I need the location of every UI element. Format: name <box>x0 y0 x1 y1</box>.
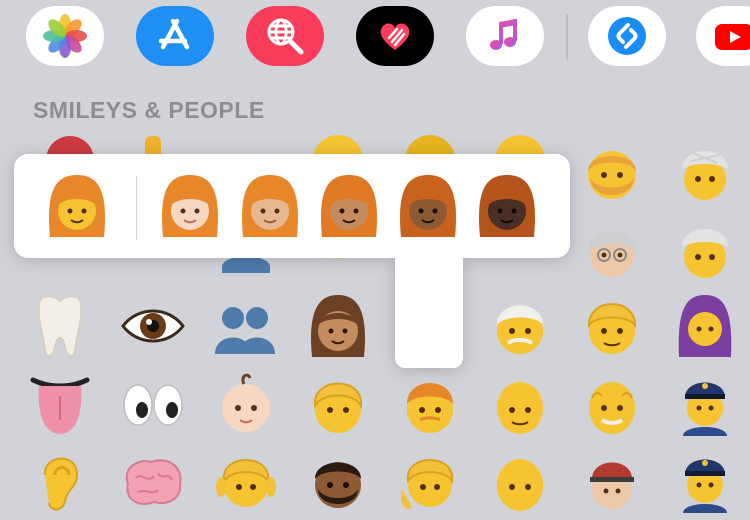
tooth-icon <box>37 295 83 357</box>
woman-medium-skin-icon <box>311 295 365 357</box>
person-blond-icon <box>313 382 363 433</box>
woman-red-hair-light-icon <box>162 175 218 237</box>
woman-red-hair-dark-icon <box>479 175 535 237</box>
emoji-person-blond-hair[interactable] <box>300 367 376 443</box>
bald-person-icon <box>497 459 543 511</box>
old-man-icon <box>589 382 635 434</box>
turban-person-icon <box>682 229 728 278</box>
imessage-app-strip <box>0 0 750 80</box>
skin-tone-popover-stem <box>395 240 463 368</box>
app-app-store[interactable] <box>136 6 214 66</box>
old-woman-icon <box>587 231 637 277</box>
app-youtube[interactable] <box>696 6 750 66</box>
emoji-eyes[interactable] <box>115 367 191 443</box>
music-icon <box>490 19 517 50</box>
man-white-hair-icon <box>497 305 543 354</box>
emoji-old-man[interactable] <box>574 367 650 443</box>
emoji-tongue[interactable] <box>22 367 98 443</box>
man-dark-skin-icon <box>315 462 361 508</box>
skin-tone-medium[interactable] <box>314 168 384 244</box>
eye-icon <box>121 309 185 343</box>
shazam-icon <box>608 17 646 55</box>
person-cap-icon <box>590 462 634 509</box>
youtube-icon <box>715 24 750 50</box>
app-music[interactable] <box>466 6 544 66</box>
skin-tone-dark[interactable] <box>472 168 542 244</box>
digital-touch-icon <box>380 23 410 50</box>
category-title: SMILEYS & PEOPLE <box>33 97 265 123</box>
app-strip-divider <box>566 14 568 60</box>
ear-icon <box>43 457 79 511</box>
emoji-man-red-hair[interactable] <box>392 367 468 443</box>
emoji-person-cap[interactable] <box>574 444 650 520</box>
emoji-turban-person[interactable] <box>667 212 743 288</box>
woman-red-hair-medium-dark-icon <box>400 175 456 237</box>
app-store-icon <box>158 18 190 50</box>
photos-icon <box>43 14 87 58</box>
emoji-bald-person[interactable] <box>482 444 558 520</box>
woman-red-hair-icon <box>49 175 105 237</box>
skin-tone-default[interactable] <box>42 168 112 244</box>
skin-tone-light[interactable] <box>155 168 225 244</box>
emoji-man-turban[interactable] <box>667 134 743 210</box>
emoji-brain[interactable] <box>115 444 191 520</box>
emoji-eye[interactable] <box>115 288 191 364</box>
app-photos[interactable] <box>26 6 104 66</box>
emoji-man-beard[interactable] <box>574 134 650 210</box>
tongue-icon <box>30 377 90 434</box>
man-beard-icon <box>588 151 636 199</box>
emoji-man-white-hair[interactable] <box>482 288 558 364</box>
skin-tone-medium-dark[interactable] <box>393 168 463 244</box>
emoji-woman-medium-skin[interactable] <box>300 288 376 364</box>
woman-red-hair-medium-icon <box>321 175 377 237</box>
eyes-icon <box>123 384 183 426</box>
girl-icon <box>216 459 276 507</box>
emoji-man-bald[interactable] <box>482 367 558 443</box>
app-shazam[interactable] <box>588 6 666 66</box>
brain-icon <box>125 459 182 505</box>
skin-tone-divider <box>136 176 137 240</box>
emoji-woman-with-headscarf[interactable] <box>667 288 743 364</box>
emoji-girl[interactable] <box>208 444 284 520</box>
emoji-keyboard: SMILEYS & PEOPLE <box>0 0 750 520</box>
emoji-baby-light-skin[interactable] <box>208 367 284 443</box>
skin-tone-medium-light[interactable] <box>235 168 305 244</box>
emoji-police-officer[interactable] <box>667 444 743 520</box>
emoji-tooth[interactable] <box>22 288 98 364</box>
emoji-man-dark-skin-beard[interactable] <box>300 444 376 520</box>
emoji-old-woman[interactable] <box>574 212 650 288</box>
man-blond-hair-icon <box>587 303 637 354</box>
turban-man-icon <box>682 151 728 200</box>
baby-icon <box>222 373 270 432</box>
app-web-images-search[interactable] <box>246 6 324 66</box>
woman-blond-icon <box>401 459 454 509</box>
emoji-woman-blond-hair[interactable] <box>392 444 468 520</box>
app-digital-touch[interactable] <box>356 6 434 66</box>
man-bald-icon <box>497 382 543 434</box>
police-officer-icon <box>683 459 727 513</box>
emoji-man-blond-hair[interactable] <box>574 288 650 364</box>
emoji-busts-in-silhouette[interactable] <box>208 292 284 368</box>
emoji-ear[interactable] <box>22 444 98 520</box>
police-woman-icon <box>683 382 727 436</box>
man-red-hair-icon <box>407 383 453 433</box>
globe-search-icon <box>267 18 304 55</box>
headscarf-icon <box>678 295 732 357</box>
busts-icon <box>215 307 275 354</box>
woman-red-hair-medium-light-icon <box>242 175 298 237</box>
emoji-woman-police-officer[interactable] <box>667 367 743 443</box>
